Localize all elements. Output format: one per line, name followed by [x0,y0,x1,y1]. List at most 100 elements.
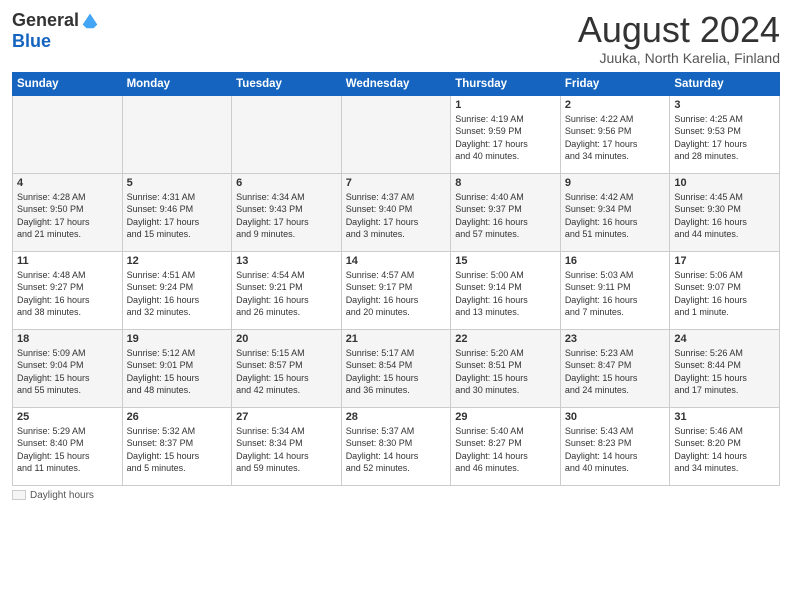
calendar-cell: 9Sunrise: 4:42 AMSunset: 9:34 PMDaylight… [560,173,670,251]
day-number: 27 [236,411,337,423]
logo-blue-text: Blue [12,31,51,51]
col-monday: Monday [122,72,232,95]
day-number: 31 [674,411,775,423]
legend-box [12,490,26,500]
calendar-cell: 13 Sunrise: 4:54 AMSunset: 9:21 PMDayligh… [232,251,342,329]
day-info: Sunrise: 5:15 AMSunset: 8:57 PMDaylight:… [236,347,337,397]
day-number: 2 [565,99,666,111]
day-number: 30 [565,411,666,423]
day-number: 15 [455,255,556,267]
day-number: 11 [17,255,118,267]
calendar-cell: 12 Sunrise: 4:51 AMSunset: 9:24 PMDayligh… [122,251,232,329]
day-number: 26 [127,411,228,423]
title-section: August 2024 Juuka, North Karelia, Finlan… [578,10,780,66]
location: Juuka, North Karelia, Finland [578,50,780,66]
calendar-row: 25Sunrise: 5:29 AMSunset: 8:40 PMDayligh… [13,407,780,485]
day-info: Sunrise: 5:06 AMSunset: 9:07 PMDaylight:… [674,269,775,319]
day-number: 20 [236,333,337,345]
day-info: Sunrise: 5:37 AMSunset: 8:30 PMDaylight:… [346,425,447,475]
calendar-cell: 8 Sunrise: 4:40 AMSunset: 9:37 PMDaylight… [451,173,561,251]
col-wednesday: Wednesday [341,72,451,95]
day-info: Sunrise: 5:40 AMSunset: 8:27 PMDaylight:… [455,425,556,475]
calendar-cell [232,95,342,173]
day-info: Sunrise: 4:37 AMSunset: 9:40 PMDaylight:… [346,191,447,241]
day-number: 10 [674,177,775,189]
day-number: 3 [674,99,775,111]
day-info: Sunrise: 5:03 AMSunset: 9:11 PMDaylight:… [565,269,666,319]
calendar-cell: 17Sunrise: 5:06 AMSunset: 9:07 PMDayligh… [670,251,780,329]
calendar-cell: 31 Sunrise: 5:46 AMSunset: 8:20 PMDayligh… [670,407,780,485]
day-number: 22 [455,333,556,345]
day-info: Sunrise: 4:19 AMSunset: 9:59 PMDaylight:… [455,113,556,163]
day-info: Sunrise: 5:00 AMSunset: 9:14 PMDaylight:… [455,269,556,319]
col-sunday: Sunday [13,72,123,95]
day-number: 24 [674,333,775,345]
day-number: 6 [236,177,337,189]
calendar-cell: 3 Sunrise: 4:25 AMSunset: 9:53 PMDaylight… [670,95,780,173]
calendar-cell: 7 Sunrise: 4:37 AMSunset: 9:40 PMDaylight… [341,173,451,251]
calendar-cell: 11Sunrise: 4:48 AMSunset: 9:27 PMDayligh… [13,251,123,329]
day-number: 5 [127,177,228,189]
day-number: 12 [127,255,228,267]
col-friday: Friday [560,72,670,95]
day-number: 9 [565,177,666,189]
calendar-row: 11Sunrise: 4:48 AMSunset: 9:27 PMDayligh… [13,251,780,329]
calendar-cell: 30 Sunrise: 5:43 AMSunset: 8:23 PMDayligh… [560,407,670,485]
calendar-cell: 25Sunrise: 5:29 AMSunset: 8:40 PMDayligh… [13,407,123,485]
legend-label: Daylight hours [30,490,94,501]
day-info: Sunrise: 4:45 AMSunset: 9:30 PMDaylight:… [674,191,775,241]
calendar-cell: 24 Sunrise: 5:26 AMSunset: 8:44 PMDayligh… [670,329,780,407]
day-info: Sunrise: 4:31 AMSunset: 9:46 PMDaylight:… [127,191,228,241]
col-tuesday: Tuesday [232,72,342,95]
day-number: 19 [127,333,228,345]
calendar-cell: 4 Sunrise: 4:28 AMSunset: 9:50 PMDaylight… [13,173,123,251]
main-container: General Blue August 2024 Juuka, North Ka… [0,0,792,509]
calendar-cell: 23 Sunrise: 5:23 AMSunset: 8:47 PMDayligh… [560,329,670,407]
calendar-cell: 15 Sunrise: 5:00 AMSunset: 9:14 PMDayligh… [451,251,561,329]
calendar-cell: 5 Sunrise: 4:31 AMSunset: 9:46 PMDaylight… [122,173,232,251]
day-info: Sunrise: 5:09 AMSunset: 9:04 PMDaylight:… [17,347,118,397]
day-number: 13 [236,255,337,267]
day-number: 4 [17,177,118,189]
day-number: 16 [565,255,666,267]
day-info: Sunrise: 5:43 AMSunset: 8:23 PMDaylight:… [565,425,666,475]
day-number: 23 [565,333,666,345]
day-number: 28 [346,411,447,423]
day-info: Sunrise: 5:26 AMSunset: 8:44 PMDaylight:… [674,347,775,397]
calendar-cell: 28 Sunrise: 5:37 AMSunset: 8:30 PMDayligh… [341,407,451,485]
day-info: Sunrise: 4:40 AMSunset: 9:37 PMDaylight:… [455,191,556,241]
calendar-cell: 26Sunrise: 5:32 AMSunset: 8:37 PMDayligh… [122,407,232,485]
legend: Daylight hours [12,490,780,501]
calendar-cell: 19 Sunrise: 5:12 AMSunset: 9:01 PMDayligh… [122,329,232,407]
header-row: Sunday Monday Tuesday Wednesday Thursday… [13,72,780,95]
calendar-cell [341,95,451,173]
day-info: Sunrise: 4:25 AMSunset: 9:53 PMDaylight:… [674,113,775,163]
day-number: 8 [455,177,556,189]
day-info: Sunrise: 4:57 AMSunset: 9:17 PMDaylight:… [346,269,447,319]
day-info: Sunrise: 5:23 AMSunset: 8:47 PMDaylight:… [565,347,666,397]
calendar-row: 1 Sunrise: 4:19 AMSunset: 9:59 PMDaylight… [13,95,780,173]
calendar-cell: 29Sunrise: 5:40 AMSunset: 8:27 PMDayligh… [451,407,561,485]
day-number: 1 [455,99,556,111]
day-number: 7 [346,177,447,189]
day-number: 21 [346,333,447,345]
day-number: 25 [17,411,118,423]
calendar-cell: 27 Sunrise: 5:34 AMSunset: 8:34 PMDayligh… [232,407,342,485]
calendar-cell: 10 Sunrise: 4:45 AMSunset: 9:30 PMDayligh… [670,173,780,251]
day-info: Sunrise: 4:28 AMSunset: 9:50 PMDaylight:… [17,191,118,241]
day-info: Sunrise: 5:34 AMSunset: 8:34 PMDaylight:… [236,425,337,475]
calendar-cell: 18Sunrise: 5:09 AMSunset: 9:04 PMDayligh… [13,329,123,407]
day-info: Sunrise: 5:46 AMSunset: 8:20 PMDaylight:… [674,425,775,475]
day-info: Sunrise: 5:12 AMSunset: 9:01 PMDaylight:… [127,347,228,397]
day-info: Sunrise: 4:34 AMSunset: 9:43 PMDaylight:… [236,191,337,241]
day-info: Sunrise: 5:17 AMSunset: 8:54 PMDaylight:… [346,347,447,397]
calendar-cell: 6 Sunrise: 4:34 AMSunset: 9:43 PMDaylight… [232,173,342,251]
col-thursday: Thursday [451,72,561,95]
calendar-row: 18Sunrise: 5:09 AMSunset: 9:04 PMDayligh… [13,329,780,407]
day-info: Sunrise: 4:51 AMSunset: 9:24 PMDaylight:… [127,269,228,319]
day-number: 14 [346,255,447,267]
logo: General Blue [12,10,99,52]
day-info: Sunrise: 4:54 AMSunset: 9:21 PMDaylight:… [236,269,337,319]
calendar-cell: 21 Sunrise: 5:17 AMSunset: 8:54 PMDayligh… [341,329,451,407]
calendar-cell: 20 Sunrise: 5:15 AMSunset: 8:57 PMDayligh… [232,329,342,407]
